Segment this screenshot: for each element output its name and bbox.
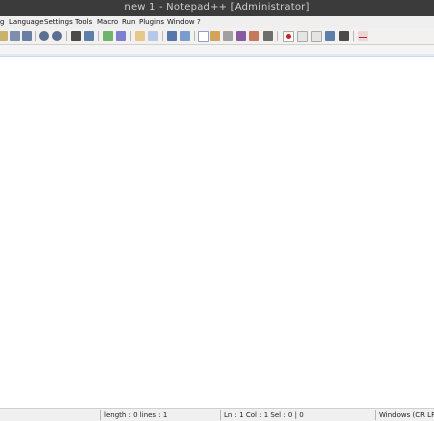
tab-bar	[0, 45, 434, 54]
status-divider	[375, 410, 376, 420]
all-chars-icon[interactable]	[180, 31, 190, 41]
paste-icon[interactable]	[0, 31, 8, 41]
zoom-out-icon[interactable]	[116, 31, 126, 41]
folder-workspace-icon[interactable]	[249, 31, 259, 41]
title-bar: new 1 - Notepad++ [Administrator]	[0, 0, 434, 16]
menu-item-tools[interactable]: Tools	[75, 16, 92, 28]
menu-item-help[interactable]: ?	[197, 16, 201, 28]
editor-area[interactable]	[0, 57, 434, 405]
redo-icon[interactable]	[52, 31, 62, 41]
toolbar-separator	[277, 31, 278, 41]
indent-guide-icon[interactable]	[198, 31, 209, 42]
status-divider	[100, 410, 101, 420]
status-eol: Windows (CR LF)	[379, 411, 434, 419]
run-multiple-macro-icon[interactable]	[325, 31, 335, 41]
udl-icon[interactable]	[210, 31, 220, 41]
toolbar-separator	[35, 31, 36, 41]
status-length: length : 0 lines : 1	[104, 411, 168, 419]
spellcheck-icon[interactable]	[358, 31, 368, 41]
toolbar-separator	[162, 31, 163, 41]
save-macro-icon[interactable]	[339, 31, 349, 41]
monitor-icon[interactable]	[263, 31, 273, 41]
play-macro-icon[interactable]	[311, 31, 322, 42]
record-macro-icon[interactable]	[283, 31, 294, 42]
menu-item-encoding[interactable]: g	[0, 16, 4, 28]
menu-item-plugins[interactable]: Plugins	[139, 16, 164, 28]
wrap-icon[interactable]	[167, 31, 177, 41]
sync-h-icon[interactable]	[148, 31, 158, 41]
toolbar-separator	[130, 31, 131, 41]
status-divider	[220, 410, 221, 420]
toolbar	[0, 28, 434, 45]
func-list-icon[interactable]	[236, 31, 246, 41]
menu-item-run[interactable]: Run	[122, 16, 135, 28]
find-icon[interactable]	[71, 31, 81, 41]
copy-icon[interactable]	[10, 31, 20, 41]
menu-item-settings[interactable]: Settings	[44, 16, 73, 28]
zoom-in-icon[interactable]	[103, 31, 113, 41]
menu-bar: g Language Settings Tools Macro Run Plug…	[0, 16, 434, 28]
replace-icon[interactable]	[84, 31, 94, 41]
undo-icon[interactable]	[39, 31, 49, 41]
toolbar-separator	[194, 31, 195, 41]
status-position: Ln : 1 Col : 1 Sel : 0 | 0	[224, 411, 304, 419]
window-title: new 1 - Notepad++ [Administrator]	[124, 2, 310, 13]
stop-macro-icon[interactable]	[297, 31, 308, 42]
toolbar-separator	[98, 31, 99, 41]
menu-item-language[interactable]: Language	[9, 16, 44, 28]
status-bar: length : 0 lines : 1 Ln : 1 Col : 1 Sel …	[0, 408, 434, 421]
toolbar-separator	[353, 31, 354, 41]
menu-item-macro[interactable]: Macro	[97, 16, 118, 28]
sync-v-icon[interactable]	[135, 31, 145, 41]
menu-item-window[interactable]: Window	[167, 16, 195, 28]
toolbar-separator	[66, 31, 67, 41]
doc-map-icon[interactable]	[223, 31, 233, 41]
cut-icon[interactable]	[22, 31, 32, 41]
